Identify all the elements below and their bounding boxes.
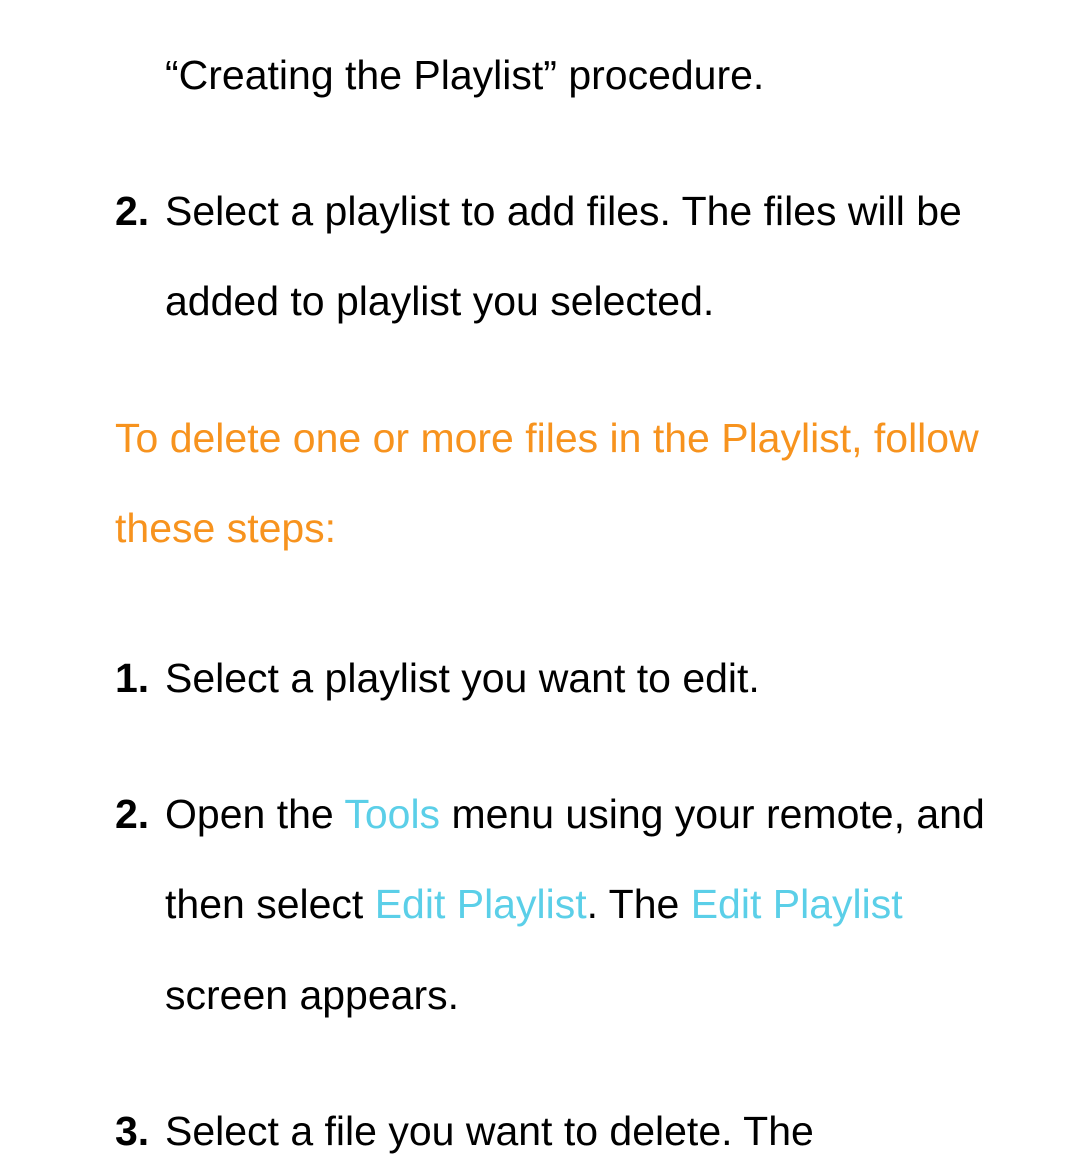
- continued-text: “Creating the Playlist” procedure.: [115, 30, 1030, 120]
- step-content: Select a playlist to add files. The file…: [165, 166, 1030, 346]
- step-number: 2.: [115, 769, 165, 1040]
- step-content: Open the Tools menu using your remote, a…: [165, 769, 1030, 1040]
- add-step-2: 2. Select a playlist to add files. The f…: [115, 166, 1030, 346]
- edit-playlist-label-2: Edit Playlist: [691, 881, 903, 927]
- delete-step-1: 1. Select a playlist you want to edit.: [115, 633, 1030, 723]
- step-content: Select a playlist you want to edit.: [165, 633, 1030, 723]
- delete-step-2: 2. Open the Tools menu using your remote…: [115, 769, 1030, 1040]
- text-period: . The: [587, 881, 691, 927]
- text-suffix: screen appears.: [165, 972, 459, 1018]
- step-number: 3.: [115, 1086, 165, 1176]
- step-number: 2.: [115, 166, 165, 346]
- step-number: 1.: [115, 633, 165, 723]
- delete-step-3: 3. Select a file you want to delete. The: [115, 1086, 1030, 1176]
- edit-playlist-label: Edit Playlist: [375, 881, 587, 927]
- tools-label: Tools: [344, 791, 440, 837]
- text-prefix: Open the: [165, 791, 344, 837]
- delete-section-heading: To delete one or more files in the Playl…: [115, 393, 1030, 573]
- procedure-text: “Creating the Playlist” procedure.: [165, 52, 764, 98]
- step-content: Select a file you want to delete. The: [165, 1086, 1030, 1176]
